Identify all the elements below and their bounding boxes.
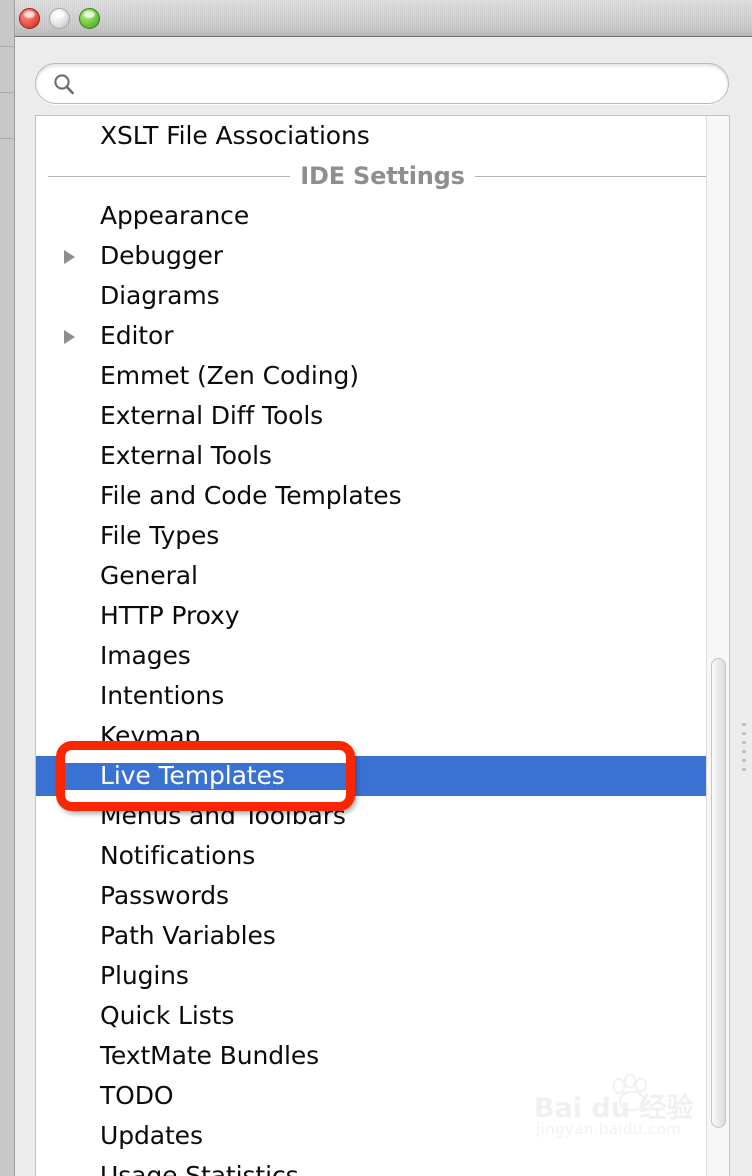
list-item-label: Updates [100, 1121, 203, 1150]
list-item-external-tools[interactable]: External Tools [36, 436, 729, 476]
list-item-xslt-file-associations[interactable]: XSLT File Associations [36, 116, 729, 156]
window-titlebar [15, 0, 752, 37]
list-item-updates[interactable]: Updates [36, 1116, 729, 1156]
list-item-diagrams[interactable]: Diagrams [36, 276, 729, 316]
list-item-label: Path Variables [100, 921, 276, 950]
list-item-plugins[interactable]: Plugins [36, 956, 729, 996]
list-item-label: Debugger [100, 241, 223, 270]
group-separator-label: IDE Settings [300, 162, 465, 190]
search-field-container [35, 63, 729, 104]
settings-list: XSLT File Associations IDE Settings Appe… [36, 116, 729, 1176]
list-item-intentions[interactable]: Intentions [36, 676, 729, 716]
list-item-label: Editor [100, 321, 174, 350]
annotation-mask-top [62, 747, 349, 763]
chevron-right-icon[interactable] [64, 330, 75, 344]
list-item-http-proxy[interactable]: HTTP Proxy [36, 596, 729, 636]
minimize-button-icon[interactable] [49, 8, 70, 29]
list-item-emmet-zen-coding[interactable]: Emmet (Zen Coding) [36, 356, 729, 396]
list-item-label: External Tools [100, 441, 272, 470]
settings-window: XSLT File Associations IDE Settings Appe… [14, 0, 752, 1176]
list-item-label: Usage Statistics [100, 1161, 299, 1176]
group-separator-ide-settings: IDE Settings [36, 156, 729, 196]
list-item-label: File and Code Templates [100, 481, 402, 510]
annotation-mask-bottom [62, 790, 349, 806]
list-item-label: File Types [100, 521, 220, 550]
search-icon [54, 74, 74, 95]
resize-grip-dots [742, 723, 746, 777]
list-item-label: External Diff Tools [100, 401, 324, 430]
list-item-appearance[interactable]: Appearance [36, 196, 729, 236]
close-button-icon[interactable] [19, 8, 40, 29]
list-item-label: Quick Lists [100, 1001, 235, 1030]
list-item-label: Passwords [100, 881, 229, 910]
list-item-notifications[interactable]: Notifications [36, 836, 729, 876]
list-item-label: TextMate Bundles [100, 1041, 320, 1070]
list-item-label: Images [100, 641, 191, 670]
list-item-label: Appearance [100, 201, 250, 230]
list-item-label: Notifications [100, 841, 256, 870]
list-item-general[interactable]: General [36, 556, 729, 596]
window-controls [19, 8, 100, 29]
separator-line-left [48, 175, 291, 177]
list-item-label: Diagrams [100, 281, 220, 310]
list-item-textmate-bundles[interactable]: TextMate Bundles [36, 1036, 729, 1076]
list-item-editor[interactable]: Editor [36, 316, 729, 356]
search-input[interactable] [83, 64, 715, 104]
window-content: XSLT File Associations IDE Settings Appe… [15, 37, 752, 1176]
list-item-passwords[interactable]: Passwords [36, 876, 729, 916]
screenshot-root: XSLT File Associations IDE Settings Appe… [0, 0, 752, 1176]
list-item-label: TODO [100, 1081, 174, 1110]
desktop-background-strip [0, 0, 14, 1176]
list-item-path-variables[interactable]: Path Variables [36, 916, 729, 956]
list-item-label: XSLT File Associations [100, 121, 370, 150]
list-item-label: Intentions [100, 681, 225, 710]
zoom-button-icon[interactable] [79, 8, 100, 29]
list-item-label: Plugins [100, 961, 189, 990]
list-item-debugger[interactable]: Debugger [36, 236, 729, 276]
list-item-label: General [100, 561, 198, 590]
separator-line-right [474, 175, 717, 177]
list-item-images[interactable]: Images [36, 636, 729, 676]
settings-list-panel: XSLT File Associations IDE Settings Appe… [35, 115, 730, 1176]
list-item-file-and-code-templates[interactable]: File and Code Templates [36, 476, 729, 516]
list-item-external-diff-tools[interactable]: External Diff Tools [36, 396, 729, 436]
list-item-quick-lists[interactable]: Quick Lists [36, 996, 729, 1036]
scrollbar-thumb[interactable] [711, 658, 726, 1128]
list-item-label: Emmet (Zen Coding) [100, 361, 359, 390]
list-item-usage-statistics[interactable]: Usage Statistics [36, 1156, 729, 1176]
list-item-label: HTTP Proxy [100, 601, 240, 630]
vertical-scrollbar[interactable] [706, 116, 729, 1176]
list-item-todo[interactable]: TODO [36, 1076, 729, 1116]
list-item-file-types[interactable]: File Types [36, 516, 729, 556]
chevron-right-icon[interactable] [64, 250, 75, 264]
